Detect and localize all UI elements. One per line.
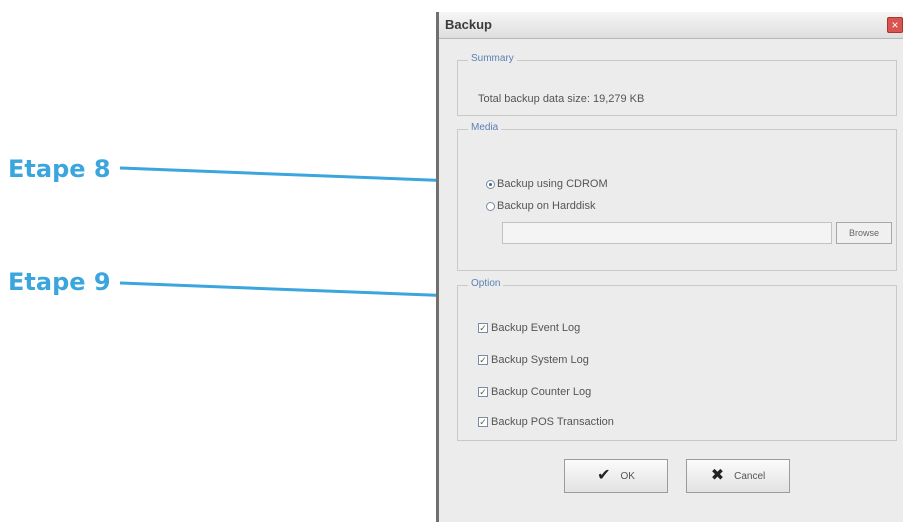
checkbox-pos-transaction-label: Backup POS Transaction [491, 416, 614, 428]
step-9-leader-line [119, 281, 456, 298]
checkbox-pos-transaction[interactable]: ✓ Backup POS Transaction [478, 416, 614, 428]
summary-title: Summary [468, 53, 517, 64]
checkbox-counter-log-label: Backup Counter Log [491, 386, 592, 398]
checkbox-system-log[interactable]: ✓ Backup System Log [478, 354, 589, 366]
option-title: Option [468, 278, 504, 289]
checkbox-system-log-label: Backup System Log [491, 354, 589, 366]
radio-harddisk[interactable]: Backup on Harddisk [486, 200, 595, 212]
radio-cdrom-indicator[interactable] [486, 179, 495, 189]
checkbox-pos-transaction-box[interactable]: ✓ [478, 417, 488, 427]
harddisk-path-field[interactable] [502, 222, 832, 244]
checkbox-counter-log-box[interactable]: ✓ [478, 387, 488, 397]
radio-cdrom-label: Backup using CDROM [497, 178, 608, 190]
check-icon: ✔ [597, 467, 611, 484]
dialog-titlebar[interactable]: Backup × [439, 12, 903, 39]
x-icon: ✖ [710, 467, 725, 484]
step-8-label: Etape 8 [8, 155, 111, 183]
radio-harddisk-label: Backup on Harddisk [497, 200, 596, 212]
checkbox-event-log-label: Backup Event Log [491, 322, 581, 334]
media-title: Media [468, 122, 502, 133]
ok-button[interactable]: ✔ OK [564, 459, 668, 493]
checkbox-event-log[interactable]: ✓ Backup Event Log [478, 322, 580, 334]
step-8-leader-line [119, 166, 456, 183]
close-icon[interactable]: × [887, 17, 903, 33]
cancel-button[interactable]: ✖ Cancel [686, 459, 790, 493]
step-9-label: Etape 9 [8, 268, 111, 296]
cancel-label: Cancel [734, 470, 766, 482]
checkbox-counter-log[interactable]: ✓ Backup Counter Log [478, 386, 591, 398]
option-group: Option ✓ Backup Event Log ✓ Backup Syste… [457, 278, 897, 441]
radio-harddisk-indicator[interactable] [486, 201, 495, 211]
summary-text: Total backup data size: 19,279 KB [478, 93, 645, 105]
radio-cdrom[interactable]: Backup using CDROM [486, 178, 608, 190]
ok-label: OK [620, 470, 635, 482]
media-group: Media Backup using CDROM Backup on Hardd… [457, 122, 897, 271]
checkbox-system-log-box[interactable]: ✓ [478, 355, 488, 365]
dialog-title: Backup [445, 17, 492, 32]
checkbox-event-log-box[interactable]: ✓ [478, 323, 488, 333]
browse-button[interactable]: Browse [836, 222, 892, 244]
backup-dialog: Backup × Summary Total backup data size:… [436, 12, 903, 522]
summary-group: Summary Total backup data size: 19,279 K… [457, 53, 897, 116]
